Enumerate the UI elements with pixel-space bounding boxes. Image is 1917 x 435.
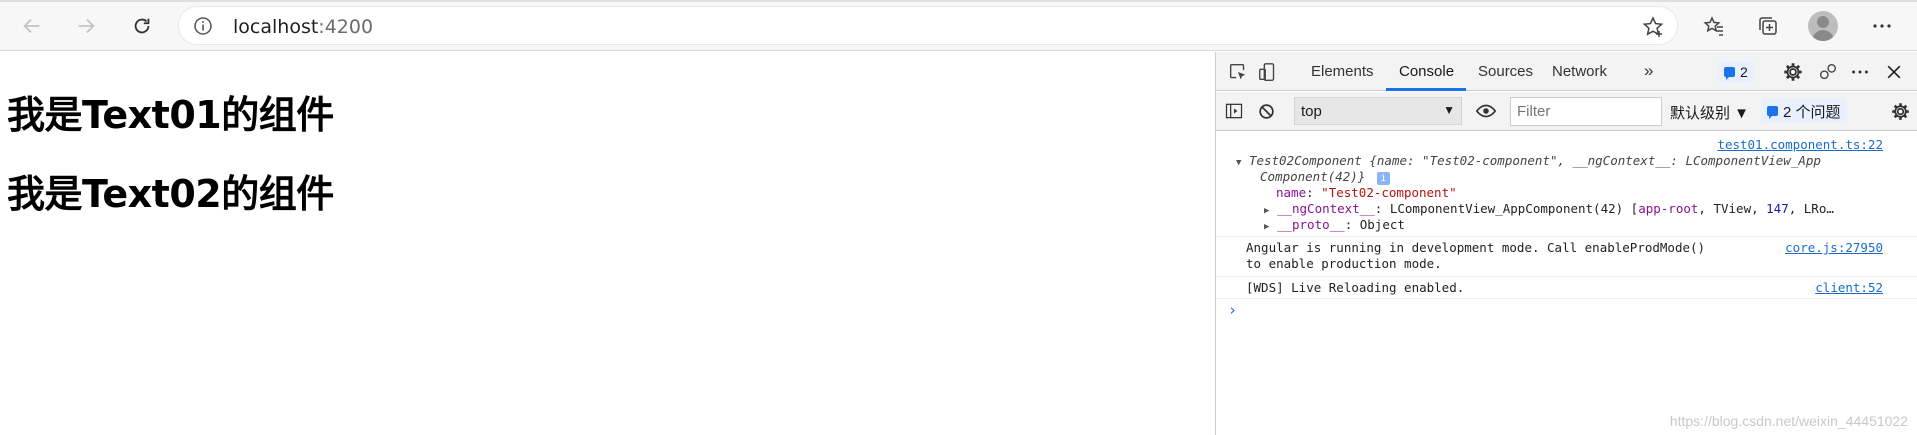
dropdown-arrow-icon: ▼ <box>1443 103 1455 117</box>
info-badge-icon[interactable]: i <box>1376 172 1390 185</box>
issues-badge[interactable]: 2 <box>1718 61 1754 83</box>
wds-message: [WDS] Live Reloading enabled. <box>1246 280 1465 295</box>
arrow-right-icon <box>78 18 95 34</box>
message-divider <box>1216 298 1917 299</box>
object-class: Test02Component <box>1248 153 1362 168</box>
prop-ngcontext-row[interactable]: ▶ __ngContext__: LComponentView_AppCompo… <box>1264 201 1834 216</box>
devtools-settings-button[interactable] <box>1781 60 1805 84</box>
prop-ngcontext-tail: , LRo… <box>1788 201 1834 216</box>
source-link-test01[interactable]: test01.component.ts:22 <box>1717 137 1883 152</box>
source-link-client[interactable]: client:52 <box>1815 280 1883 295</box>
console-toolbar: top ▼ Filter 默认级别 ▼ 2 个问题 <box>1216 92 1917 131</box>
expand-triangle-icon[interactable]: ▼ <box>1236 158 1241 168</box>
more-dots-icon <box>1852 70 1868 74</box>
devtools-tabbar: Elements Console Sources Network » 2 <box>1216 52 1917 91</box>
url-host: localhost <box>233 16 319 38</box>
watermark: https://blog.csdn.net/weixin_44451022 <box>1669 413 1908 429</box>
console-settings-button[interactable] <box>1888 99 1912 123</box>
prop-ngcontext-rest: , TView, <box>1698 201 1767 216</box>
object-preview: {name: "Test02-component", __ngContext__… <box>1361 153 1821 168</box>
live-expression-button[interactable] <box>1474 99 1498 123</box>
prop-name-row: name: "Test02-component" <box>1276 185 1457 200</box>
settings-more-button[interactable] <box>1866 10 1898 42</box>
prop-proto-key: __proto__ <box>1276 217 1345 232</box>
forward-button[interactable] <box>70 10 102 42</box>
angular-dev-mode-line1: Angular is running in development mode. … <box>1246 240 1706 255</box>
active-tab-indicator <box>1386 88 1466 91</box>
text02-heading: 我是Text02的组件 <box>7 172 334 216</box>
filter-input[interactable]: Filter <box>1510 97 1662 126</box>
text01-heading: 我是Text01的组件 <box>7 93 334 137</box>
collections-button[interactable] <box>1752 10 1784 42</box>
gear-icon <box>1891 102 1909 120</box>
message-icon <box>1767 106 1778 119</box>
clear-console-button[interactable] <box>1254 99 1278 123</box>
context-value: top <box>1301 103 1322 120</box>
tab-sources[interactable]: Sources <box>1478 63 1533 80</box>
more-tabs-button[interactable]: » <box>1644 61 1653 81</box>
sidebar-icon <box>1225 103 1243 119</box>
object-preview-line2: Component(42)} <box>1260 169 1366 184</box>
favorites-button[interactable] <box>1698 10 1730 42</box>
favorites-icon <box>1703 16 1723 36</box>
object-preview-cont: Component(42)} i <box>1260 169 1390 185</box>
inspect-icon <box>1229 63 1246 80</box>
console-prompt[interactable]: › <box>1228 301 1237 319</box>
device-toolbar-button[interactable] <box>1256 60 1280 84</box>
issues-count: 2 <box>1740 64 1748 80</box>
back-button[interactable] <box>16 10 48 42</box>
eye-icon <box>1475 104 1497 118</box>
prop-proto-value: : Object <box>1344 217 1405 232</box>
context-select[interactable]: top ▼ <box>1294 97 1462 125</box>
refresh-button[interactable] <box>126 10 158 42</box>
profile-avatar[interactable] <box>1808 11 1838 41</box>
gear-icon <box>1784 63 1802 81</box>
issues-label: 2 个问题 <box>1783 103 1841 121</box>
devtools-panel: Elements Console Sources Network » 2 top… <box>1215 52 1917 435</box>
prop-proto-row[interactable]: ▶ __proto__: Object <box>1264 217 1405 232</box>
message-divider <box>1216 236 1917 237</box>
log-level-select[interactable]: 默认级别 ▼ <box>1670 102 1749 123</box>
inspect-element-button[interactable] <box>1226 60 1250 84</box>
tab-console[interactable]: Console <box>1399 63 1454 80</box>
more-dots-icon <box>1873 24 1891 28</box>
browser-toolbar: localhost:4200 <box>0 0 1917 51</box>
expand-triangle-icon[interactable]: ▶ <box>1264 222 1269 232</box>
tab-elements[interactable]: Elements <box>1311 63 1374 80</box>
prop-ngcontext-num: 147 <box>1766 201 1789 216</box>
prop-ngcontext-key: __ngContext__ <box>1276 201 1375 216</box>
prop-name-value: "Test02-component" <box>1321 185 1457 200</box>
tab-network[interactable]: Network <box>1552 63 1607 80</box>
expand-triangle-icon[interactable]: ▶ <box>1264 206 1269 216</box>
address-bar[interactable]: localhost:4200 <box>178 6 1678 45</box>
refresh-icon <box>134 18 150 34</box>
connection-icon <box>1819 63 1837 80</box>
show-sidebar-button[interactable] <box>1222 99 1246 123</box>
object-summary[interactable]: ▼ Test02Component {name: "Test02-compone… <box>1236 153 1821 168</box>
issues-button[interactable]: 2 个问题 <box>1761 99 1847 123</box>
page-content: 我是Text01的组件 我是Text02的组件 <box>0 52 1215 435</box>
close-icon <box>1887 65 1901 79</box>
message-icon <box>1724 67 1735 80</box>
console-output: test01.component.ts:22 ▼ Test02Component… <box>1216 132 1917 435</box>
arrow-left-icon <box>23 18 40 34</box>
angular-dev-mode-line2: to enable production mode. <box>1246 256 1442 271</box>
collections-icon <box>1759 17 1777 35</box>
prop-ngcontext-value: : LComponentView_AppComponent(42) [ <box>1374 201 1639 216</box>
remote-devices-button[interactable] <box>1816 60 1840 84</box>
block-icon <box>1258 103 1274 119</box>
info-icon[interactable] <box>193 16 213 36</box>
source-link-core[interactable]: core.js:27950 <box>1785 240 1883 255</box>
devtools-menu-button[interactable] <box>1848 60 1872 84</box>
url-port: :4200 <box>318 16 374 38</box>
tab-strip-edge <box>0 0 1917 2</box>
prop-ngcontext-item: app-root <box>1638 201 1699 216</box>
add-favorite-icon[interactable] <box>1641 15 1665 39</box>
url-text[interactable]: localhost:4200 <box>233 16 373 38</box>
close-devtools-button[interactable] <box>1882 60 1906 84</box>
device-icon <box>1259 63 1275 81</box>
message-divider <box>1216 276 1917 277</box>
prop-name-key: name <box>1276 185 1307 200</box>
